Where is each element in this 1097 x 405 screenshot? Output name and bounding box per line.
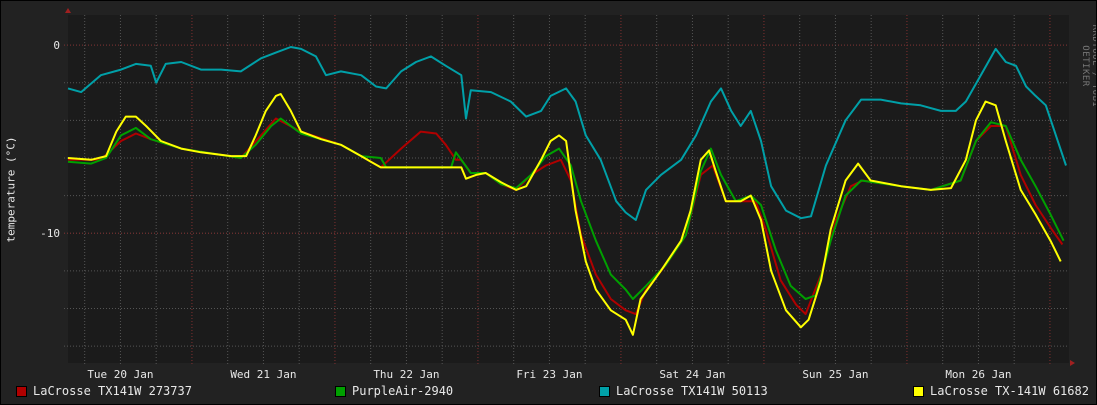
legend-label: LaCrosse TX-141W 61682 bbox=[930, 384, 1089, 398]
x-tick-label: Sun 25 Jan bbox=[802, 368, 868, 381]
legend-item-purpleair: PurpleAir-2940 bbox=[335, 384, 453, 398]
legend-item-61682: LaCrosse TX-141W 61682 bbox=[913, 384, 1089, 398]
y-axis-arrow-icon bbox=[65, 8, 71, 13]
legend-swatch bbox=[16, 385, 27, 397]
legend-label: LaCrosse TX141W 50113 bbox=[616, 384, 768, 398]
x-tick-label: Mon 26 Jan bbox=[945, 368, 1011, 381]
legend-swatch bbox=[913, 385, 924, 397]
watermark: RRDTOOL / TOBI OETIKER bbox=[1080, 24, 1097, 108]
x-tick-label: Sat 24 Jan bbox=[659, 368, 725, 381]
x-tick-label: Thu 22 Jan bbox=[373, 368, 439, 381]
legend-swatch bbox=[599, 385, 610, 397]
legend-item-273737: LaCrosse TX141W 273737 bbox=[16, 384, 192, 398]
y-axis-label: temperature (°C) bbox=[4, 136, 18, 243]
legend-swatch bbox=[335, 385, 346, 397]
y-tick-label: -10 bbox=[40, 227, 60, 240]
x-tick-label: Fri 23 Jan bbox=[516, 368, 582, 381]
x-tick-label: Tue 20 Jan bbox=[87, 368, 153, 381]
rrd-graph: 0 -10 Tue 20 Jan Wed 21 Jan Thu 22 Jan Fri 23… bbox=[0, 0, 1097, 405]
legend-label: PurpleAir-2940 bbox=[352, 384, 454, 398]
y-tick-label: 0 bbox=[53, 39, 60, 52]
chart-plot: 0 -10 Tue 20 Jan Wed 21 Jan Thu 22 Jan Fri 23… bbox=[40, 8, 1075, 381]
x-tick-label: Wed 21 Jan bbox=[230, 368, 296, 381]
legend-label: LaCrosse TX141W 273737 bbox=[33, 384, 192, 398]
legend-item-50113: LaCrosse TX141W 50113 bbox=[599, 384, 768, 398]
x-axis-arrow-icon bbox=[1070, 360, 1075, 366]
